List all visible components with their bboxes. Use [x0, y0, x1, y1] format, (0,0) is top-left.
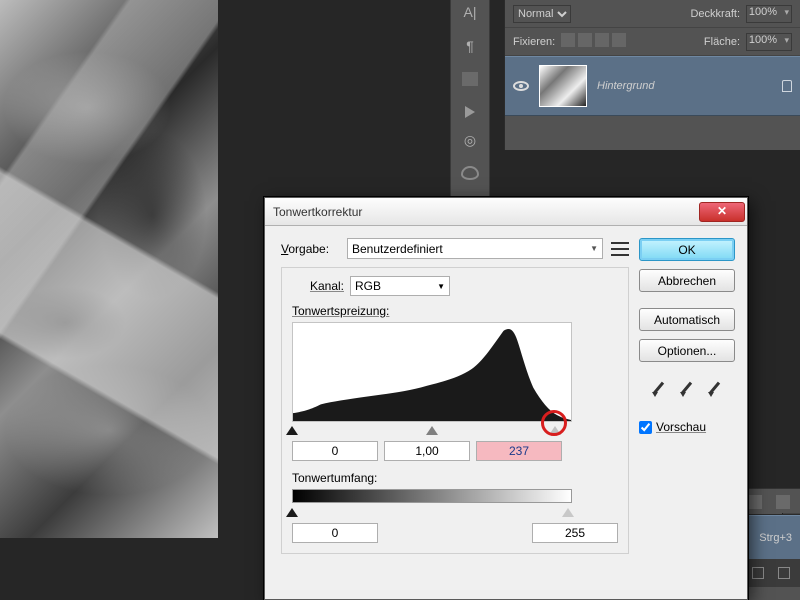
channel-select[interactable]: RGB [350, 276, 450, 296]
right-tool-strip: A| ¶ ◎ [450, 0, 490, 200]
shadows-input[interactable] [292, 441, 378, 461]
new-channel-icon[interactable] [752, 567, 764, 579]
layers-panel: Normal Deckkraft: 100% Fixieren: Fläche:… [504, 0, 800, 150]
document-image[interactable] [0, 0, 218, 538]
eyedroppers [639, 380, 735, 398]
trash-icon[interactable] [776, 495, 790, 509]
type-icon[interactable]: A| [460, 4, 480, 24]
output-sliders[interactable] [292, 503, 574, 517]
channel-label: Kanal: [292, 279, 350, 293]
shadows-slider[interactable] [286, 426, 298, 435]
target-icon[interactable]: ◎ [460, 132, 480, 152]
visibility-eye-icon[interactable] [513, 81, 529, 91]
histogram[interactable] [292, 322, 572, 422]
auto-button[interactable]: Automatisch [639, 308, 735, 331]
white-eyedropper-icon[interactable] [706, 380, 724, 398]
blend-mode-select[interactable]: Normal [513, 5, 571, 23]
layer-thumbnail[interactable] [539, 65, 587, 107]
fill-value[interactable]: 100% [746, 33, 792, 51]
dialog-titlebar[interactable]: Tonwertkorrektur ✕ [265, 198, 747, 226]
highlights-slider[interactable] [549, 426, 561, 435]
delete-channel-icon[interactable] [778, 567, 790, 579]
panel-icon[interactable] [462, 72, 478, 86]
close-button[interactable]: ✕ [699, 202, 745, 222]
new-layer-icon[interactable] [748, 495, 762, 509]
cancel-button[interactable]: Abbrechen [639, 269, 735, 292]
canvas-area [0, 0, 225, 545]
black-eyedropper-icon[interactable] [650, 380, 668, 398]
preset-select[interactable]: Benutzerdefiniert [347, 238, 603, 259]
swatches-icon[interactable] [461, 166, 479, 180]
preview-checkbox-row[interactable]: Vorschau [639, 420, 735, 434]
options-button[interactable]: Optionen... [639, 339, 735, 362]
lock-icon [782, 80, 792, 92]
play-icon[interactable] [465, 106, 475, 118]
paragraph-icon[interactable]: ¶ [460, 38, 480, 58]
lock-icons[interactable] [561, 33, 629, 50]
midtones-slider[interactable] [426, 426, 438, 435]
opacity-label: Deckkraft: [690, 8, 740, 20]
ok-button[interactable]: OK [639, 238, 735, 261]
lock-label: Fixieren: [513, 36, 555, 48]
output-high-slider[interactable] [562, 508, 574, 517]
preset-menu-icon[interactable] [611, 242, 629, 256]
output-high-input[interactable] [532, 523, 618, 543]
levels-dialog: Tonwertkorrektur ✕ Vorgabe: Benutzerdefi… [264, 197, 748, 600]
channel-shortcut: Strg+3 [759, 532, 792, 544]
dialog-title: Tonwertkorrektur [273, 205, 362, 219]
layer-row-background[interactable]: Hintergrund [505, 56, 800, 116]
layer-name: Hintergrund [597, 80, 654, 92]
output-low-input[interactable] [292, 523, 378, 543]
midtones-input[interactable] [384, 441, 470, 461]
opacity-value[interactable]: 100% [746, 5, 792, 23]
gray-eyedropper-icon[interactable] [678, 380, 696, 398]
fill-label: Fläche: [704, 36, 740, 48]
output-label: Tonwertumfang: [292, 471, 618, 485]
preview-label: Vorschau [656, 420, 706, 434]
output-low-slider[interactable] [286, 508, 298, 517]
preview-checkbox[interactable] [639, 421, 652, 434]
output-gradient[interactable] [292, 489, 572, 503]
preset-label: Vorgabe: [281, 242, 347, 256]
histogram-label: Tonwertspreizung: [292, 304, 618, 318]
input-sliders[interactable] [292, 421, 574, 435]
highlights-input[interactable] [476, 441, 562, 461]
